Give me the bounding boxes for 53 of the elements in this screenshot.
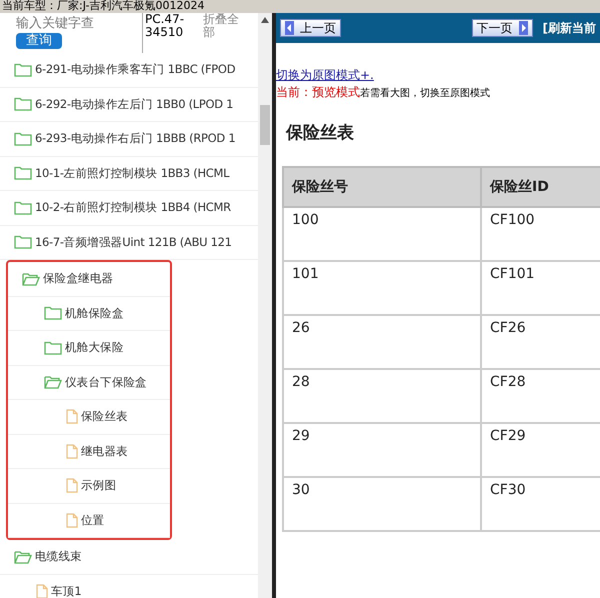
tree-item[interactable]: 保险丝表 (8, 400, 170, 434)
folder-icon (14, 235, 32, 250)
mode-hint-text: 若需看大图，切换至原图模式 (360, 86, 490, 100)
file-icon (66, 478, 78, 494)
table-cell: 30 (283, 477, 481, 531)
file-icon (66, 512, 78, 528)
open-folder-icon (22, 272, 40, 286)
file-icon (66, 444, 78, 459)
folder-icon (14, 132, 32, 146)
left-arrow-icon (285, 21, 294, 35)
table-cell: 26 (283, 315, 481, 369)
tree-item[interactable]: 6-291-电动操作乘客车门 1BBC (FPOD (0, 53, 258, 88)
tree-item[interactable]: 6-293-电动操作右后门 1BBB (RPOD 1 (0, 122, 258, 156)
tree-item[interactable]: 机舱大保险 (8, 331, 170, 366)
scroll-up-icon[interactable] (261, 17, 269, 23)
tree-item[interactable]: 仪表台下保险盒 (8, 366, 170, 400)
tree-item[interactable]: 16-7-音频增强器Uint 121B (ABU 121 (0, 226, 258, 260)
previous-page-button[interactable]: 上一页 (280, 19, 341, 37)
folder-icon (44, 306, 62, 320)
table-cell: 100 (283, 207, 481, 261)
folder-icon (14, 200, 32, 215)
part-code-text: PC.47-34510 (142, 13, 197, 53)
open-folder-icon (14, 550, 32, 564)
tree-item[interactable]: 10-1-左前照灯控制模块 1BB3 (HCML (0, 156, 258, 191)
refresh-link[interactable]: [刷新当前 (542, 20, 596, 36)
column-header: 保险丝ID (481, 167, 600, 207)
collapse-all-link[interactable]: 折叠全部 (203, 13, 243, 39)
column-header: 保险丝号 (283, 167, 481, 207)
file-icon (36, 584, 48, 598)
tree-item[interactable]: 继电器表 (8, 434, 170, 469)
table-cell: 101 (283, 261, 481, 315)
table-cell: 29 (283, 423, 481, 477)
folder-icon (14, 97, 32, 112)
table-cell: 28 (283, 369, 481, 423)
search-button[interactable]: 查询 (16, 33, 62, 49)
page-title: 保险丝表 (286, 122, 355, 144)
switch-mode-link[interactable]: 切换为原图模式+. (276, 67, 600, 84)
file-icon (66, 409, 78, 424)
folder-icon (44, 340, 62, 355)
tree-item[interactable]: 6-292-电动操作左后门 1BB0 (LPOD 1 (0, 88, 258, 122)
tree-item[interactable]: 电缆线束 (0, 540, 258, 574)
tree-item[interactable]: 机舱保险盒 (8, 296, 170, 331)
tree-item[interactable]: 保险盒继电器 (8, 262, 170, 296)
tree-item[interactable]: 示例图 (8, 469, 170, 504)
right-arrow-icon (518, 21, 528, 35)
current-mode-text: 当前：预览模式 (276, 84, 360, 101)
folder-icon (14, 166, 32, 180)
open-folder-icon (44, 375, 62, 390)
tree-item[interactable]: 位置 (8, 504, 170, 538)
folder-icon (14, 62, 32, 77)
scroll-thumb[interactable] (260, 105, 270, 145)
next-page-button[interactable]: 下一页 (472, 19, 533, 37)
tree-item[interactable]: 10-2-右前照灯控制模块 1BB4 (HCMR (0, 191, 258, 226)
